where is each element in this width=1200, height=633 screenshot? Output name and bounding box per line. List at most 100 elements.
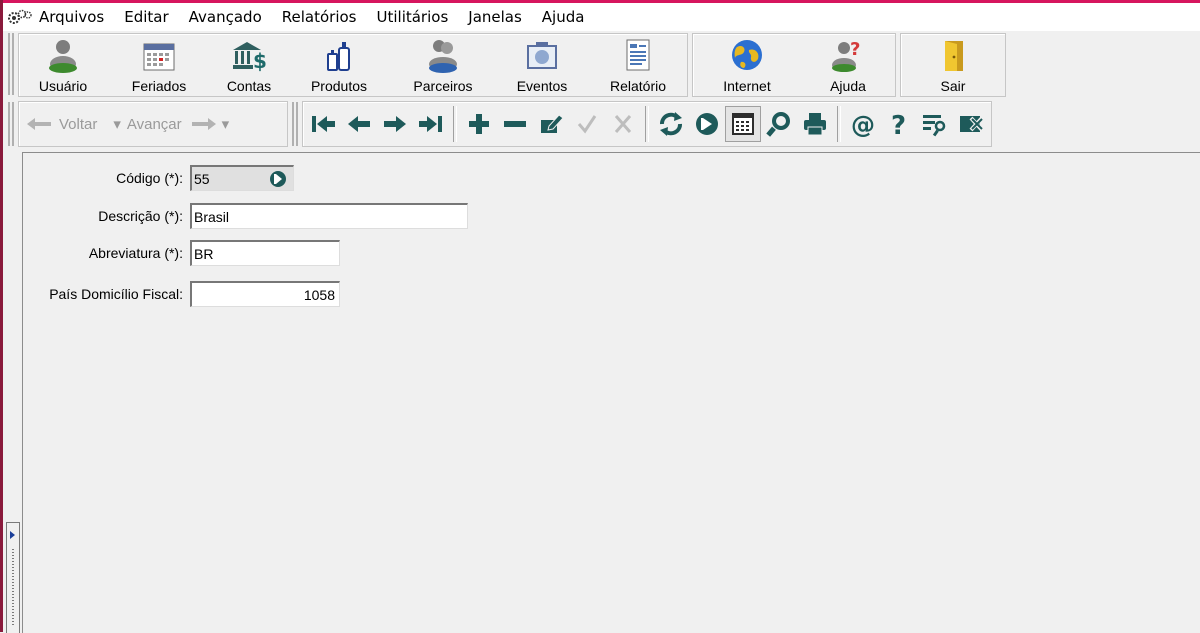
report-icon <box>626 39 650 71</box>
events-icon <box>527 42 557 69</box>
help-user-icon: ? <box>832 39 860 72</box>
question-icon: ? <box>891 111 906 137</box>
cancel-button[interactable] <box>605 106 641 142</box>
record-toolbar: Voltar ▾ Avançar ▾ @ ? <box>8 100 996 148</box>
find-text-button[interactable] <box>917 106 953 142</box>
refresh-button[interactable] <box>653 106 689 142</box>
print-button[interactable] <box>797 106 833 142</box>
goto-button[interactable] <box>689 106 725 142</box>
pais-fiscal-field[interactable]: 1058 <box>190 281 340 307</box>
toolbar-produtos-button[interactable]: Produtos <box>287 34 391 96</box>
close-form-icon <box>960 116 984 132</box>
menu-ajuda[interactable]: Ajuda <box>532 3 595 31</box>
menu-editar[interactable]: Editar <box>114 3 178 31</box>
main-toolbar: Usuário Feriados $ Contas Produtos Parce… <box>8 33 1010 97</box>
app-gears-icon[interactable] <box>3 3 37 31</box>
svg-text:$: $ <box>253 49 267 73</box>
next-record-button[interactable] <box>377 106 413 142</box>
partners-icon <box>429 40 457 73</box>
record-toolbar-grip-2[interactable] <box>292 102 298 146</box>
toolbar-eventos-label: Eventos <box>516 78 568 94</box>
menu-bar: Arquivos Editar Avançado Relatórios Util… <box>3 3 1200 31</box>
plus-icon <box>469 114 489 134</box>
email-at-icon: @ <box>851 111 875 137</box>
back-button[interactable]: Voltar <box>25 116 97 133</box>
toolbar-relatorio-button[interactable]: Relatório <box>589 34 687 96</box>
email-button[interactable]: @ <box>845 106 881 142</box>
last-record-button[interactable] <box>413 106 449 142</box>
menu-utilitarios[interactable]: Utilitários <box>367 3 459 31</box>
form-panel: Código (*): 55 Descrição (*): Brasil Abr… <box>22 152 1200 633</box>
codigo-label: Código (*): <box>116 170 183 186</box>
toolbar-usuario-label: Usuário <box>38 78 88 94</box>
record-toolbar-grip[interactable] <box>8 102 14 146</box>
descricao-label: Descrição (*): <box>98 208 183 224</box>
svg-text:?: ? <box>891 111 906 137</box>
search-icon <box>766 112 790 137</box>
grid-view-button[interactable] <box>725 106 761 142</box>
abreviatura-value: BR <box>194 246 214 262</box>
window-left-border <box>0 0 3 632</box>
drag-dots <box>12 549 14 627</box>
history-nav-box: Voltar ▾ Avançar ▾ <box>18 101 288 147</box>
codigo-value: 55 <box>194 171 210 187</box>
refresh-icon <box>660 112 682 136</box>
check-icon <box>577 115 597 134</box>
forward-button[interactable]: Avançar <box>127 116 218 133</box>
grid-icon <box>732 113 754 135</box>
toolbar-group-cadastros: Usuário Feriados $ Contas Produtos Parce… <box>18 33 688 97</box>
users-icon <box>49 40 77 73</box>
abreviatura-field[interactable]: BR <box>190 240 340 266</box>
expand-arrow-icon <box>10 531 15 539</box>
toolbar-parceiros-label: Parceiros <box>413 78 473 94</box>
help-button[interactable]: ? <box>881 106 917 142</box>
forward-dropdown[interactable]: ▾ <box>222 115 230 133</box>
toolbar-eventos-button[interactable]: Eventos <box>495 34 589 96</box>
toolbar-relatorio-label: Relatório <box>609 78 667 94</box>
menu-arquivos[interactable]: Arquivos <box>37 3 114 31</box>
back-dropdown[interactable]: ▾ <box>113 115 121 133</box>
first-record-icon <box>312 116 335 132</box>
bank-icon: $ <box>233 42 267 73</box>
toolbar-ajuda-button[interactable]: ? Ajuda <box>801 34 895 96</box>
side-panel-handle[interactable] <box>6 522 20 633</box>
toolbar-sair-label: Sair <box>940 78 966 94</box>
print-icon <box>804 113 826 136</box>
menu-janelas[interactable]: Janelas <box>458 3 532 31</box>
back-arrow-icon <box>27 118 51 130</box>
toolbar-internet-label: Internet <box>723 78 771 94</box>
toolbar-sair-button[interactable]: Sair <box>901 34 1005 96</box>
confirm-button[interactable] <box>569 106 605 142</box>
search-button[interactable] <box>761 106 797 142</box>
previous-record-button[interactable] <box>341 106 377 142</box>
abreviatura-label: Abreviatura (*): <box>88 245 183 261</box>
first-record-button[interactable] <box>305 106 341 142</box>
pais-fiscal-row: País Domicílio Fiscal: 1058 <box>23 281 340 307</box>
descricao-field[interactable]: Brasil <box>190 203 468 229</box>
goto-circle-icon <box>696 113 718 135</box>
codigo-field[interactable]: 55 <box>190 165 294 191</box>
toolbar-contas-label: Contas <box>226 78 272 94</box>
toolbar-internet-button[interactable]: Internet <box>693 34 801 96</box>
pais-fiscal-value: 1058 <box>303 287 335 303</box>
toolbar-grip[interactable] <box>8 33 14 95</box>
close-form-button[interactable] <box>953 106 989 142</box>
goto-code-icon[interactable] <box>269 170 287 188</box>
abreviatura-row: Abreviatura (*): BR <box>23 240 340 266</box>
delete-record-button[interactable] <box>497 106 533 142</box>
toolbar-feriados-label: Feriados <box>131 78 187 94</box>
menu-relatorios[interactable]: Relatórios <box>272 3 367 31</box>
toolbar-parceiros-button[interactable]: Parceiros <box>391 34 495 96</box>
forward-label: Avançar <box>126 115 182 133</box>
edit-record-button[interactable] <box>533 106 569 142</box>
menu-avancado[interactable]: Avançado <box>179 3 272 31</box>
toolbar-feriados-button[interactable]: Feriados <box>107 34 211 96</box>
record-actions-box: @ ? <box>302 101 992 147</box>
back-label: Voltar <box>59 115 98 133</box>
toolbar-contas-button[interactable]: $ Contas <box>211 34 287 96</box>
globe-icon <box>732 40 762 70</box>
add-record-button[interactable] <box>461 106 497 142</box>
toolbar-usuario-button[interactable]: Usuário <box>19 34 107 96</box>
codigo-row: Código (*): 55 <box>23 165 294 191</box>
find-text-icon <box>923 115 946 137</box>
